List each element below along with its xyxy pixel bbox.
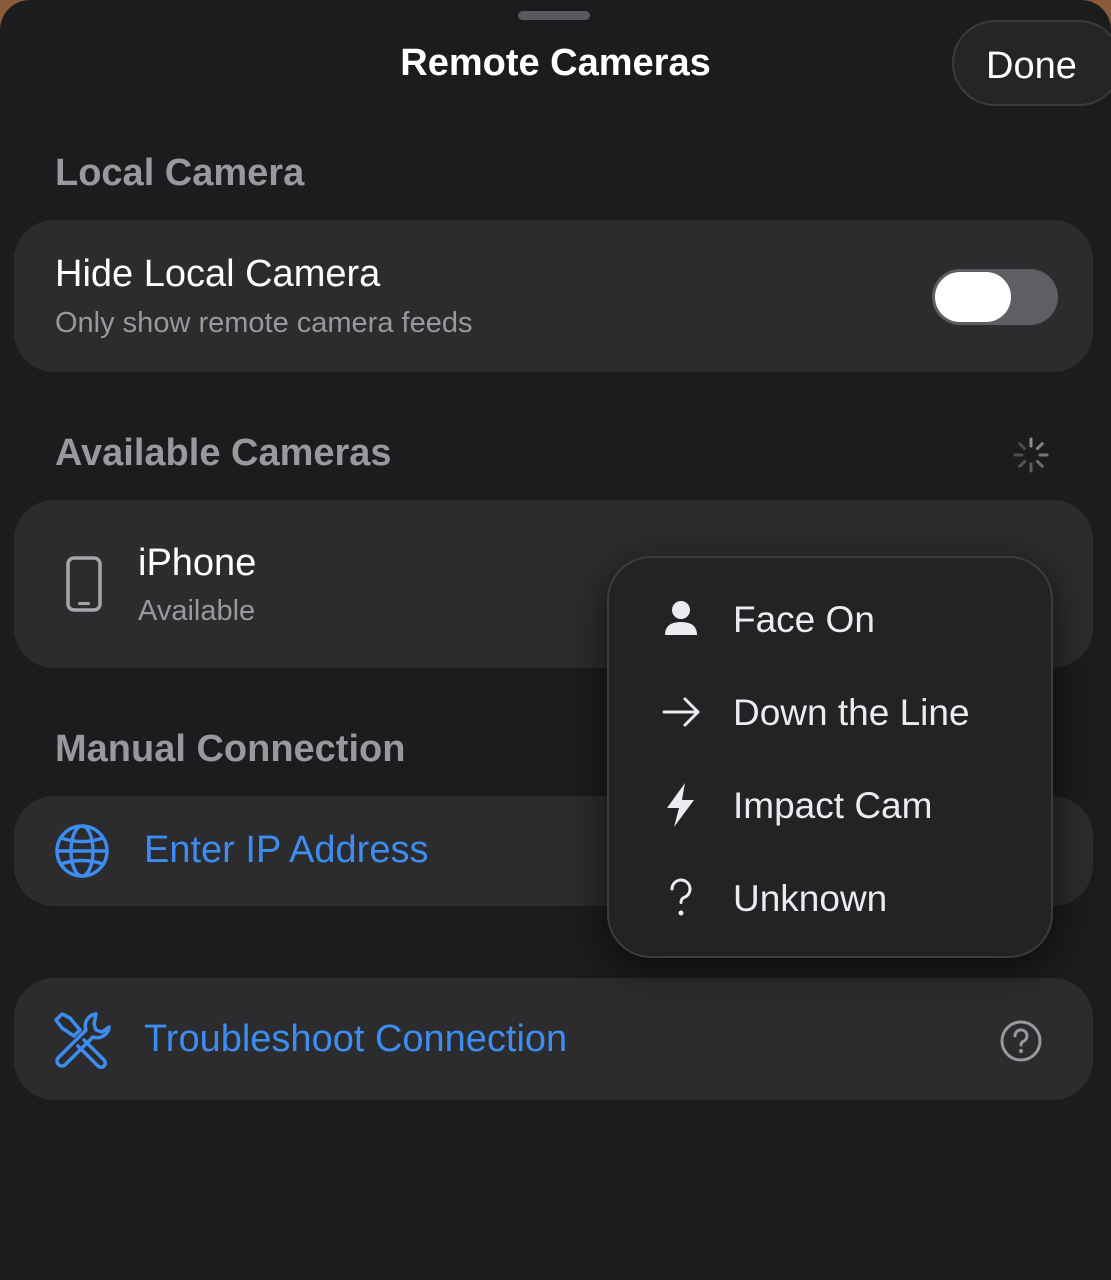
local-camera-heading: Local Camera (55, 152, 305, 194)
hide-local-camera-title: Hide Local Camera (55, 253, 381, 295)
done-button[interactable]: Done (952, 20, 1111, 106)
bolt-icon (667, 783, 694, 827)
question-mark-icon (670, 878, 692, 916)
hide-local-camera-toggle[interactable] (932, 269, 1058, 325)
page-title: Remote Cameras (400, 42, 711, 84)
loading-spinner-icon (1013, 437, 1049, 473)
sheet-grabber[interactable] (518, 11, 590, 20)
menu-item-down-the-line[interactable]: Down the Line (609, 672, 1051, 752)
troubleshoot-connection-row[interactable]: Troubleshoot Connection (14, 978, 1093, 1100)
available-cameras-heading: Available Cameras (55, 432, 392, 474)
device-name: iPhone (138, 542, 257, 584)
troubleshoot-connection-label: Troubleshoot Connection (144, 1018, 568, 1060)
device-status: Available (138, 595, 256, 627)
arrow-right-icon (662, 697, 700, 727)
toggle-knob (935, 272, 1011, 322)
manual-connection-heading: Manual Connection (55, 728, 406, 770)
menu-item-unknown[interactable]: Unknown (609, 858, 1051, 938)
remote-cameras-sheet: Remote Cameras Done Local Camera Hide Lo… (0, 0, 1111, 1280)
enter-ip-address-label: Enter IP Address (144, 829, 429, 871)
menu-item-label: Down the Line (733, 692, 970, 733)
globe-icon (55, 824, 109, 878)
menu-item-label: Impact Cam (733, 785, 933, 826)
menu-item-label: Face On (733, 599, 875, 640)
wrench-screwdriver-icon (54, 1012, 111, 1069)
menu-item-impact-cam[interactable]: Impact Cam (609, 765, 1051, 845)
camera-angle-menu: Face On Down the Line Impact Cam Unknown (607, 556, 1053, 958)
iphone-icon (66, 556, 102, 612)
help-circle-icon[interactable] (999, 1019, 1043, 1063)
person-icon (665, 601, 697, 635)
hide-local-camera-subtitle: Only show remote camera feeds (55, 307, 473, 339)
menu-item-label: Unknown (733, 878, 888, 919)
menu-item-face-on[interactable]: Face On (609, 579, 1051, 659)
